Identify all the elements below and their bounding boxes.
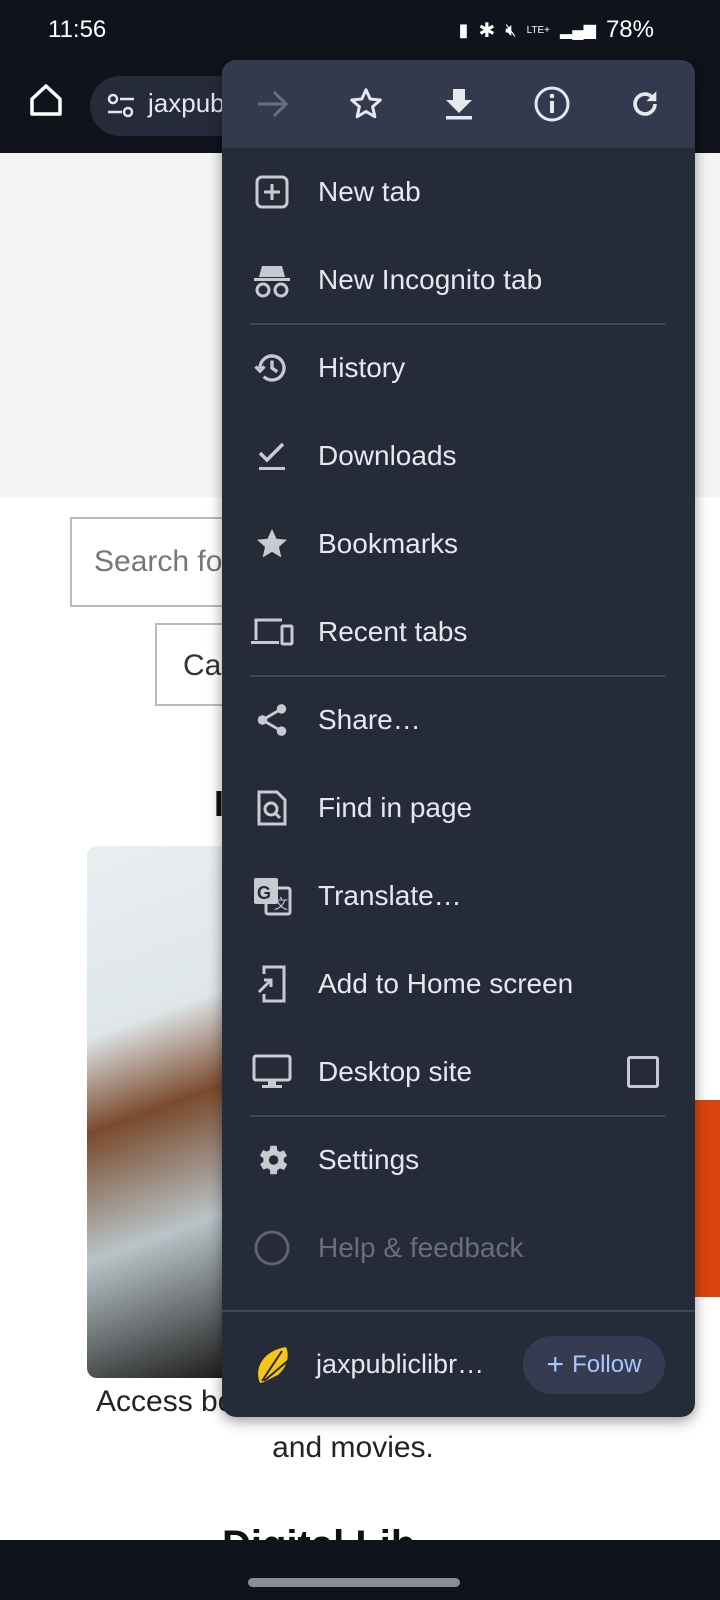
battery-level: 78% bbox=[605, 16, 654, 43]
menu-item-label: History bbox=[318, 352, 406, 383]
menu-item-recent-tabs[interactable]: Recent tabs bbox=[222, 588, 695, 676]
status-time: 11:56 bbox=[48, 16, 107, 43]
desktop-icon bbox=[222, 1054, 318, 1090]
site-settings-icon[interactable] bbox=[106, 92, 136, 120]
menu-item-label: Share… bbox=[318, 704, 421, 735]
site-name: jaxpubliclibr… bbox=[316, 1349, 485, 1379]
translate-icon: G文 bbox=[222, 876, 318, 916]
menu-item-downloads[interactable]: Downloads bbox=[222, 412, 695, 500]
menu-items[interactable]: New tab New Incognito tab History Downlo… bbox=[222, 148, 695, 1310]
battery-saver-icon: ▮ bbox=[458, 19, 469, 40]
status-bar: 11:56 ▮ ✱ 🔇︎ LTE+ ▂▄▆ 78% bbox=[0, 0, 720, 58]
url-text: jaxpubl bbox=[148, 88, 231, 118]
menu-item-label: New tab bbox=[318, 176, 421, 207]
add-to-home-icon bbox=[222, 964, 318, 1004]
find-in-page-icon bbox=[222, 789, 318, 827]
bookmarks-icon bbox=[222, 525, 318, 563]
svg-text:G: G bbox=[257, 883, 271, 903]
caption-line-2: and movies. bbox=[272, 1431, 434, 1464]
browser-menu: New tab New Incognito tab History Downlo… bbox=[222, 60, 695, 1417]
downloads-icon bbox=[222, 439, 318, 473]
menu-item-translate[interactable]: G 文 Translate… bbox=[222, 852, 695, 940]
signal-icon: ▂▄▆ bbox=[560, 22, 596, 39]
desktop-site-checkbox[interactable] bbox=[627, 1056, 659, 1088]
reload-icon[interactable] bbox=[621, 80, 669, 128]
bluetooth-icon: ✱ bbox=[478, 19, 496, 42]
settings-icon bbox=[222, 1141, 318, 1179]
menu-item-new-tab[interactable]: New tab bbox=[222, 148, 695, 236]
menu-item-bookmarks[interactable]: Bookmarks bbox=[222, 500, 695, 588]
network-type: LTE+ bbox=[526, 24, 550, 36]
menu-item-label: Translate… bbox=[318, 880, 462, 911]
gesture-nav-bar bbox=[0, 1540, 720, 1600]
svg-text:文: 文 bbox=[274, 896, 288, 912]
orange-panel bbox=[695, 1100, 720, 1297]
new-tab-icon bbox=[222, 174, 318, 210]
menu-item-label: Add to Home screen bbox=[318, 968, 574, 999]
menu-item-history[interactable]: History bbox=[222, 324, 695, 412]
menu-item-add-to-home-screen[interactable]: Add to Home screen bbox=[222, 940, 695, 1028]
menu-item-label: New Incognito tab bbox=[318, 264, 543, 295]
menu-item-help-feedback[interactable]: Help & feedback bbox=[222, 1204, 695, 1292]
follow-button[interactable]: + Follow bbox=[523, 1336, 665, 1394]
menu-item-find-in-page[interactable]: Find in page bbox=[222, 764, 695, 852]
caption-line-1: Access bo bbox=[96, 1385, 235, 1418]
recent-tabs-icon bbox=[222, 616, 318, 648]
menu-item-label: Settings bbox=[318, 1144, 420, 1175]
bookmark-star-icon[interactable] bbox=[342, 80, 390, 128]
menu-item-share[interactable]: Share… bbox=[222, 676, 695, 764]
menu-item-label: Desktop site bbox=[318, 1056, 473, 1087]
site-logo-icon bbox=[258, 1346, 293, 1383]
history-icon bbox=[222, 350, 318, 386]
help-icon bbox=[222, 1229, 318, 1267]
menu-icon-row bbox=[222, 60, 695, 148]
home-gesture-handle[interactable] bbox=[248, 1578, 460, 1587]
menu-item-label: Find in page bbox=[318, 792, 473, 823]
incognito-icon bbox=[222, 262, 318, 298]
menu-item-label: Recent tabs bbox=[318, 616, 468, 647]
menu-footer: jaxpubliclibr… + Follow bbox=[222, 1310, 695, 1417]
download-icon[interactable] bbox=[435, 80, 483, 128]
page-info-icon[interactable] bbox=[528, 80, 576, 128]
menu-item-label: Bookmarks bbox=[318, 528, 459, 559]
menu-item-label: Help & feedback bbox=[318, 1232, 524, 1263]
home-icon[interactable] bbox=[26, 80, 66, 120]
menu-item-desktop-site[interactable]: Desktop site bbox=[222, 1028, 695, 1116]
menu-item-settings[interactable]: Settings bbox=[222, 1116, 695, 1204]
menu-item-label: Downloads bbox=[318, 440, 457, 471]
forward-icon[interactable] bbox=[249, 80, 297, 128]
follow-label: Follow bbox=[572, 1351, 642, 1378]
mute-icon: 🔇︎ bbox=[505, 19, 517, 40]
share-icon bbox=[222, 701, 318, 739]
plus-icon: + bbox=[546, 1348, 565, 1381]
menu-item-new-incognito-tab[interactable]: New Incognito tab bbox=[222, 236, 695, 324]
